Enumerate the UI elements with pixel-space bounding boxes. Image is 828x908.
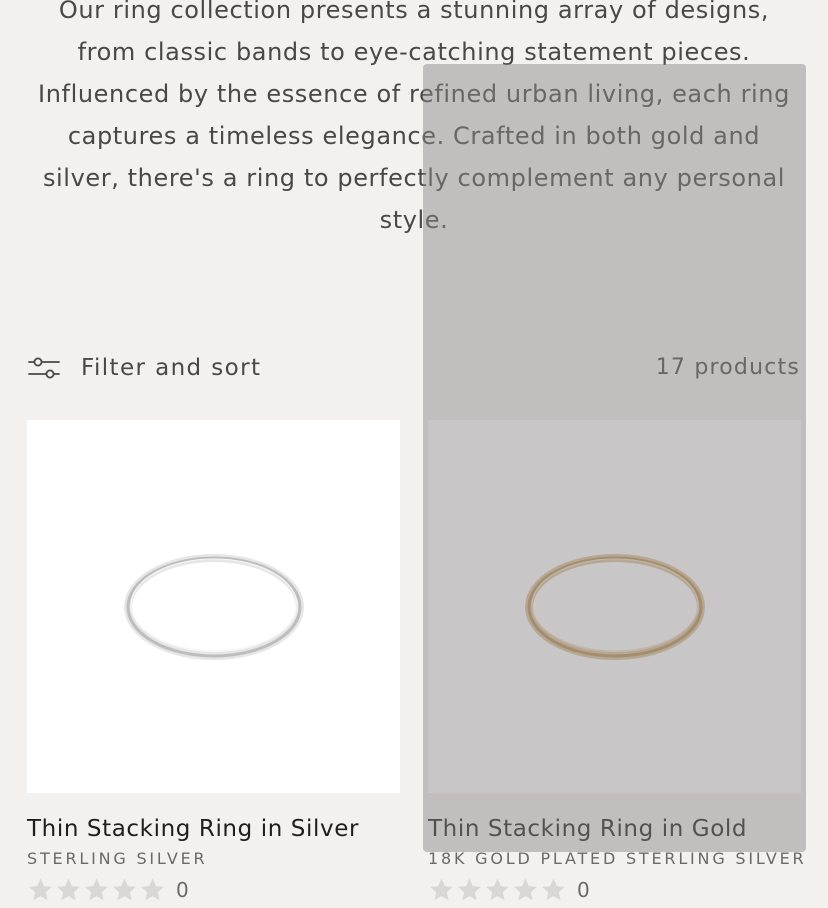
rating-stars [428, 877, 567, 903]
star-icon [514, 878, 537, 901]
product-vendor: STERLING SILVER [27, 849, 208, 868]
filter-and-sort-label: Filter and sort [81, 355, 262, 381]
filter-and-sort-button[interactable]: Filter and sort [28, 350, 261, 386]
filter-sliders-icon [28, 357, 60, 379]
product-card[interactable]: Thin Stacking Ring in Silver STERLING SI… [27, 420, 400, 903]
star-icon [57, 878, 80, 901]
review-count: 0 [176, 878, 189, 902]
star-icon [113, 878, 136, 901]
star-icon [430, 878, 453, 901]
product-rating: 0 [27, 877, 400, 903]
product-image[interactable] [27, 420, 400, 793]
star-icon [486, 878, 509, 901]
star-icon [29, 878, 52, 901]
hover-highlight-overlay [423, 64, 806, 852]
star-icon [542, 878, 565, 901]
star-icon [85, 878, 108, 901]
review-count: 0 [577, 878, 590, 902]
rating-stars [27, 877, 166, 903]
product-title[interactable]: Thin Stacking Ring in Silver [27, 816, 400, 842]
product-rating: 0 [428, 877, 801, 903]
star-icon [458, 878, 481, 901]
star-icon [141, 878, 164, 901]
collection-page: Our ring collection presents a stunning … [0, 0, 828, 908]
silver-ring-image [123, 553, 304, 660]
